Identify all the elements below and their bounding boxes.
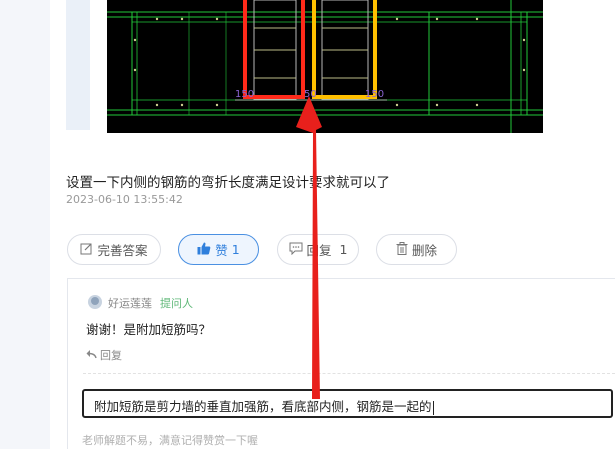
- improve-answer-label: 完善答案: [97, 243, 148, 258]
- asker-badge: 提问人: [160, 297, 193, 310]
- improve-answer-button[interactable]: 完善答案: [67, 234, 161, 265]
- avatar: [88, 295, 102, 309]
- like-button[interactable]: 赞 1: [178, 234, 259, 265]
- left-strip: [66, 0, 90, 130]
- divider: [83, 373, 615, 374]
- thumbs-up-icon: [197, 242, 211, 258]
- dim-label-right: 150: [365, 89, 384, 100]
- dim-label-middle: 50: [304, 89, 317, 100]
- delete-button[interactable]: 删除: [376, 234, 457, 265]
- reply-count: 1: [339, 242, 348, 257]
- commenter-name[interactable]: 好运莲莲: [108, 295, 152, 311]
- comment-icon: [289, 242, 303, 258]
- dim-label-left: 150: [235, 89, 254, 100]
- cad-drawing-image: 150 50 150: [107, 0, 543, 133]
- appreciation-hint: 老师解题不易，满意记得赞赏一下喔: [82, 434, 258, 447]
- comment-reply-label: 回复: [100, 349, 122, 362]
- delete-label: 删除: [411, 243, 437, 258]
- reply-input[interactable]: 附加短筋是剪力墙的垂直加强筋，看底部内侧，钢筋是一起的: [82, 389, 613, 418]
- comment-text: 谢谢！是附加短筋吗？: [86, 322, 212, 337]
- trash-icon: [396, 241, 408, 258]
- reply-arrow-icon: [86, 349, 97, 362]
- reply-toggle-label: 回复: [306, 243, 332, 258]
- edit-icon: [80, 242, 93, 258]
- answer-timestamp: 2023-06-10 13:55:42: [66, 193, 183, 206]
- like-label: 赞: [215, 243, 228, 258]
- reply-toggle-button[interactable]: 回复 1: [277, 234, 359, 265]
- reply-input-value: 附加短筋是剪力墙的垂直加强筋，看底部内侧，钢筋是一起的: [94, 399, 432, 414]
- like-count: 1: [231, 242, 240, 257]
- text-caret: [432, 400, 434, 415]
- cad-drawing-svg: 150 50 150: [107, 0, 543, 133]
- comment-reply-link[interactable]: 回复: [86, 347, 122, 363]
- answer-text: 设置一下内侧的钢筋的弯折长度满足设计要求就可以了: [66, 175, 390, 191]
